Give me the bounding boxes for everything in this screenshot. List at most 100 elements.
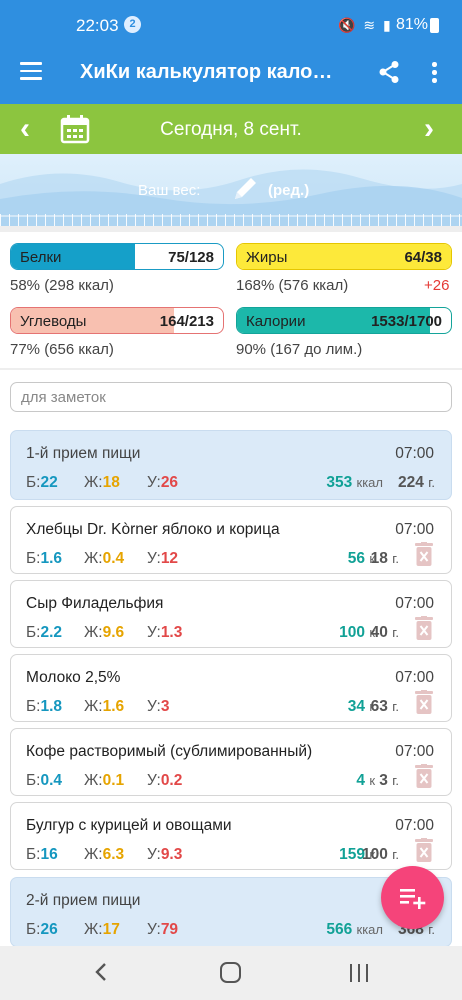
entry-time: 07:00: [395, 743, 434, 760]
protein-progress-bar[interactable]: Белки 75/128: [10, 243, 224, 270]
entry-grams: 224 г.: [398, 474, 435, 491]
calories-progress-bar[interactable]: Калории 1533/1700: [236, 307, 452, 334]
food-item[interactable]: Кофе растворимый (сублимированный) 07:00 Б…: [10, 728, 452, 796]
notification-count-badge: 2: [124, 16, 141, 33]
add-list-icon: [400, 889, 426, 909]
share-icon[interactable]: [378, 60, 400, 84]
more-options-icon[interactable]: [432, 62, 438, 84]
entry-fat: Ж:0.4: [84, 550, 125, 567]
carbs-label: Углеводы: [20, 313, 87, 330]
entry-title: 1-й прием пищи: [26, 445, 141, 462]
home-icon[interactable]: [220, 962, 241, 983]
entry-title: Хлебцы Dr. Kòrner яблоко и корица: [26, 521, 280, 538]
battery-icon: [430, 18, 439, 33]
delete-icon[interactable]: [415, 542, 433, 566]
delete-icon[interactable]: [415, 838, 433, 862]
entry-grams: 3 г.: [379, 772, 399, 789]
fat-summary: 168% (576 ккал): [236, 277, 349, 294]
entry-fat: Ж:6.3: [84, 846, 125, 863]
calories-summary: 90% (167 до лим.): [236, 341, 363, 358]
entry-calories: 4 к: [356, 772, 375, 789]
app-title: ХиКи калькулятор кало…: [80, 61, 333, 83]
delete-icon[interactable]: [415, 616, 433, 640]
entry-time: 07:00: [395, 669, 434, 686]
food-entry-list[interactable]: 1-й прием пищи 07:00 Б:22 Ж:18 У:26 353 ккал 2…: [0, 424, 462, 946]
entry-carbs: У:12: [147, 550, 179, 567]
carbs-progress-bar[interactable]: Углеводы 164/213: [10, 307, 224, 334]
fat-progress-bar[interactable]: Жиры 64/38: [236, 243, 452, 270]
entry-time: 07:00: [395, 521, 434, 538]
date-bar: ‹ Сегодня, 8 сент. ›: [0, 104, 462, 154]
app-bar: ХиКи калькулятор кало…: [0, 42, 462, 104]
notes-input[interactable]: [10, 382, 452, 412]
entry-calories: 353 ккал: [326, 474, 383, 491]
calories-label: Калории: [246, 313, 306, 330]
food-item[interactable]: Молоко 2,5% 07:00 Б:1.8 Ж:1.6 У:3 34 к 63 г.: [10, 654, 452, 722]
entry-time: 07:00: [395, 445, 434, 462]
food-item[interactable]: Хлебцы Dr. Kòrner яблоко и корица 07:00 Б:…: [10, 506, 452, 574]
carbs-summary: 77% (656 ккал): [10, 341, 114, 358]
protein-summary: 58% (298 ккал): [10, 277, 114, 294]
entry-fat: Ж:1.6: [84, 698, 125, 715]
next-day-button[interactable]: ›: [424, 114, 434, 144]
battery-level: 81%: [396, 16, 429, 33]
entry-protein: Б:22: [26, 474, 58, 491]
status-time: 22:03: [76, 16, 119, 35]
recent-apps-icon[interactable]: [350, 964, 370, 982]
fat-label: Жиры: [246, 249, 288, 266]
entry-fat: Ж:0.1: [84, 772, 125, 789]
food-item[interactable]: Булгур с курицей и овощами 07:00 Б:16 Ж:6.3…: [10, 802, 452, 870]
delete-icon[interactable]: [415, 690, 433, 714]
entry-carbs: У:9.3: [147, 846, 183, 863]
system-navigation-bar: [0, 946, 462, 1000]
entry-carbs: У:0.2: [147, 772, 183, 789]
entry-grams: 63 г.: [370, 698, 399, 715]
entry-time: 07:00: [395, 595, 434, 612]
entry-grams: 100 г.: [362, 846, 399, 863]
macros-summary: Белки 75/128 58% (298 ккал) Жиры 64/38 1…: [0, 232, 462, 368]
entry-carbs: У:79: [147, 921, 179, 938]
entry-fat: Ж:17: [84, 921, 120, 938]
delete-icon[interactable]: [415, 764, 433, 788]
weight-label: Ваш вес:: [138, 182, 201, 199]
notes-section: [0, 370, 462, 424]
entry-protein: Б:16: [26, 846, 58, 863]
entry-carbs: У:1.3: [147, 624, 183, 641]
entry-grams: 40 г.: [370, 624, 399, 641]
entry-protein: Б:1.6: [26, 550, 63, 567]
menu-icon[interactable]: [20, 62, 42, 82]
weight-section: Ваш вес: (ред.): [0, 154, 462, 226]
entry-fat: Ж:18: [84, 474, 120, 491]
meal-header[interactable]: 1-й прием пищи 07:00 Б:22 Ж:18 У:26 353 ккал 2…: [10, 430, 452, 500]
entry-title: Молоко 2,5%: [26, 669, 121, 686]
entry-title: Булгур с курицей и овощами: [26, 817, 232, 834]
entry-calories: 100 к: [339, 624, 375, 641]
fat-value: 64/38: [404, 249, 442, 266]
status-bar: 22:03 2 🔇 ≋ ▮ 81%: [0, 0, 462, 42]
entry-carbs: У:26: [147, 474, 179, 491]
entry-protein: Б:2.2: [26, 624, 63, 641]
entry-title: Кофе растворимый (сублимированный): [26, 743, 313, 760]
entry-protein: Б:1.8: [26, 698, 63, 715]
weight-edit-link[interactable]: (ред.): [268, 182, 309, 199]
entry-fat: Ж:9.6: [84, 624, 125, 641]
protein-label: Белки: [20, 249, 62, 266]
entry-protein: Б:0.4: [26, 772, 63, 789]
protein-value: 75/128: [168, 249, 214, 266]
fat-overage: +26: [424, 277, 450, 294]
back-icon[interactable]: [93, 962, 109, 982]
entry-carbs: У:3: [147, 698, 170, 715]
entry-calories: 566 ккал: [326, 921, 383, 938]
current-date[interactable]: Сегодня, 8 сент.: [0, 119, 462, 141]
calories-value: 1533/1700: [371, 313, 442, 330]
food-item[interactable]: Сыр Филадельфия 07:00 Б:2.2 Ж:9.6 У:1.3 100 к…: [10, 580, 452, 648]
entry-title: Сыр Филадельфия: [26, 595, 164, 612]
weight-ruler-ticks: [0, 214, 462, 226]
pencil-icon[interactable]: [230, 174, 260, 204]
entry-protein: Б:26: [26, 921, 58, 938]
add-food-button[interactable]: [381, 866, 444, 929]
entry-title: 2-й прием пищи: [26, 892, 141, 909]
entry-grams: 18 г.: [370, 550, 399, 567]
entry-time: 07:00: [395, 817, 434, 834]
status-icons: 🔇 ≋ ▮: [338, 17, 393, 33]
